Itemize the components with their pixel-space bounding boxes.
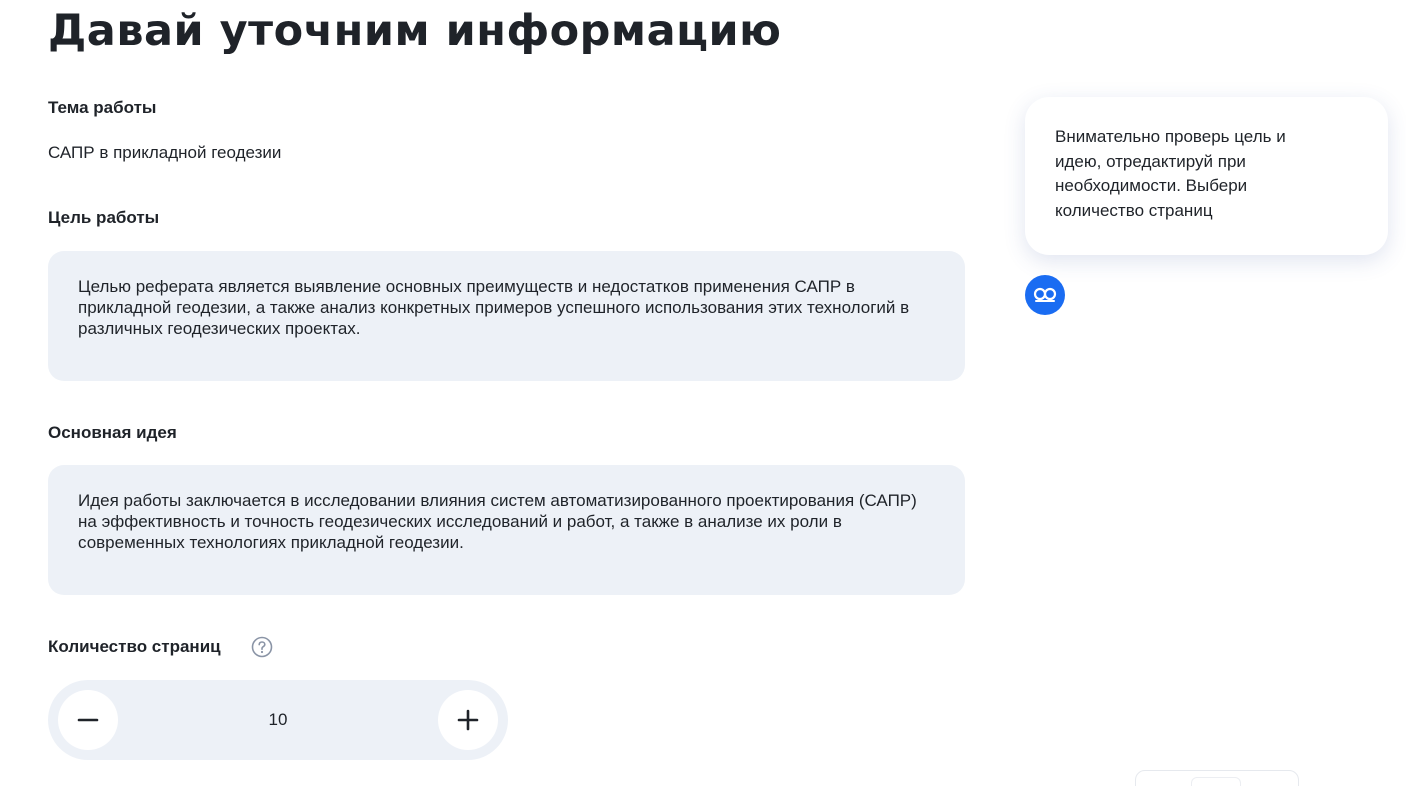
- assistant-tip-text: Внимательно проверь цель и идею, отредак…: [1055, 127, 1286, 220]
- corner-widget-inner: [1191, 777, 1241, 786]
- idea-label: Основная идея: [48, 423, 177, 442]
- page-count-value[interactable]: 10: [178, 680, 378, 760]
- topic-value: САПР в прикладной геодезии: [48, 143, 282, 162]
- page-title: Давай уточним информацию: [48, 6, 782, 56]
- increase-pages-button[interactable]: [438, 690, 498, 750]
- pages-label: Количество страниц: [48, 637, 221, 656]
- goal-textarea[interactable]: Целью реферата является выявление основн…: [48, 251, 965, 381]
- decrease-pages-button[interactable]: [58, 690, 118, 750]
- plus-icon: [457, 709, 479, 731]
- corner-widget[interactable]: [1135, 770, 1299, 786]
- assistant-logo-icon: [1033, 287, 1057, 302]
- goal-label: Цель работы: [48, 208, 160, 227]
- assistant-tip-bubble: Внимательно проверь цель и идею, отредак…: [1025, 97, 1388, 255]
- topic-label: Тема работы: [48, 98, 157, 117]
- page-count-stepper: 10: [48, 680, 508, 760]
- idea-textarea[interactable]: Идея работы заключается в исследовании в…: [48, 465, 965, 595]
- question-circle-icon[interactable]: [251, 636, 273, 658]
- page: Давай уточним информацию Тема работы САП…: [0, 0, 1406, 786]
- assistant-avatar: [1025, 275, 1065, 315]
- minus-icon: [77, 718, 99, 722]
